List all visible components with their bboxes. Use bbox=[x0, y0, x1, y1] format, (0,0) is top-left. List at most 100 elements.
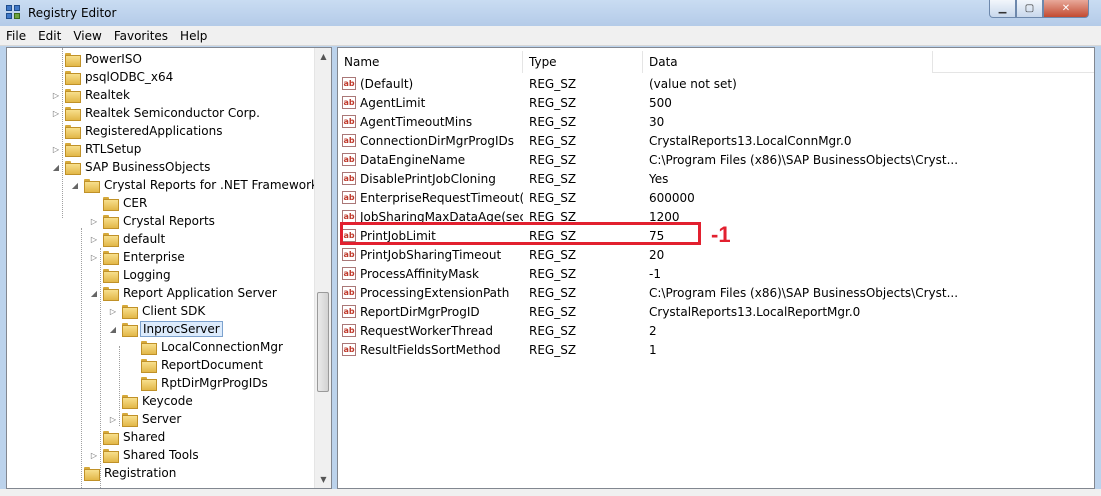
tree-item-label: ReportDocument bbox=[161, 358, 263, 372]
tree-item[interactable]: LocalConnectionMgr bbox=[127, 338, 285, 356]
list-item[interactable]: ab ProcessingExtensionPath REG_SZ C:\Progra… bbox=[338, 283, 1083, 302]
value-type: REG_SZ bbox=[529, 133, 577, 148]
collapse-arrow-icon[interactable]: ◢ bbox=[51, 158, 61, 176]
string-value-icon: ab bbox=[342, 153, 356, 166]
expand-arrow-icon[interactable]: ▷ bbox=[89, 446, 99, 464]
tree-item[interactable]: ▷ Client SDK bbox=[108, 302, 207, 320]
value-data: 600000 bbox=[649, 190, 695, 205]
tree-item[interactable]: Registration bbox=[70, 464, 178, 482]
tree-item[interactable]: CER bbox=[89, 194, 149, 212]
tree-item[interactable]: ◢ Crystal Reports for .NET Framework 4.0 bbox=[70, 176, 331, 194]
list-item[interactable]: ab DataEngineName REG_SZ C:\Program Files (… bbox=[338, 150, 1083, 169]
expand-arrow-icon[interactable]: ▷ bbox=[51, 104, 61, 122]
registry-editor-icon bbox=[6, 5, 22, 21]
menu-file[interactable]: File bbox=[0, 29, 32, 43]
value-name: AgentLimit bbox=[360, 95, 426, 110]
tree-item[interactable]: ◢ Report Application Server bbox=[89, 284, 279, 302]
tree-item[interactable]: ReportDocument bbox=[127, 356, 265, 374]
list-item[interactable]: ab ReportDirMgrProgID REG_SZ CrystalReports… bbox=[338, 302, 1083, 321]
list-item[interactable]: ab ConnectionDirMgrProgIDs REG_SZ CrystalRe… bbox=[338, 131, 1083, 150]
expand-arrow-icon[interactable]: ▷ bbox=[108, 302, 118, 320]
value-name: (Default) bbox=[360, 76, 414, 91]
tree-item[interactable]: ▷ default bbox=[89, 230, 167, 248]
folder-icon bbox=[103, 197, 119, 211]
expand-arrow-icon[interactable]: ▷ bbox=[51, 86, 61, 104]
expand-arrow-icon[interactable]: ▷ bbox=[89, 230, 99, 248]
tree-item[interactable]: ◢ InprocServer bbox=[108, 320, 223, 338]
tree-item[interactable]: ▷ RTLSetup bbox=[51, 140, 143, 158]
collapse-arrow-icon[interactable]: ◢ bbox=[108, 320, 118, 338]
minimize-button[interactable]: ▁ bbox=[989, 0, 1016, 18]
value-name: DisablePrintJobCloning bbox=[360, 171, 496, 186]
collapse-arrow-icon[interactable]: ◢ bbox=[89, 284, 99, 302]
expand-arrow-icon[interactable]: ▷ bbox=[89, 248, 99, 266]
value-name: ResultFieldsSortMethod bbox=[360, 342, 501, 357]
tree-item-label: psqlODBC_x64 bbox=[85, 70, 174, 84]
expand-arrow-icon[interactable]: ▷ bbox=[89, 212, 99, 230]
value-type: REG_SZ bbox=[529, 114, 577, 129]
tree-item[interactable]: PowerISO bbox=[51, 50, 144, 68]
expand-arrow-icon[interactable]: ▷ bbox=[108, 410, 118, 428]
list-item[interactable]: ab AgentTimeoutMins REG_SZ 30 bbox=[338, 112, 1083, 131]
tree-guide-line bbox=[119, 346, 120, 426]
collapse-arrow-icon[interactable]: ◢ bbox=[70, 176, 80, 194]
highlight-box bbox=[340, 222, 701, 245]
menu-view[interactable]: View bbox=[67, 29, 107, 43]
tree-item[interactable]: ▷ Crystal Reports bbox=[89, 212, 217, 230]
expand-arrow-icon[interactable]: ▷ bbox=[51, 140, 61, 158]
list-item[interactable]: ab RequestWorkerThread REG_SZ 2 bbox=[338, 321, 1083, 340]
folder-icon bbox=[103, 233, 119, 247]
key-tree-pane[interactable]: PowerISO psqlODBC_x64 ▷ Realtek ▷ Realtek Sem… bbox=[6, 47, 332, 489]
value-data: 1 bbox=[649, 342, 657, 357]
tree-item[interactable]: ▷ Realtek bbox=[51, 86, 132, 104]
tree-item-label: Shared bbox=[123, 430, 166, 444]
value-type: REG_SZ bbox=[529, 152, 577, 167]
tree-item-label: RptDirMgrProgIDs bbox=[161, 376, 268, 390]
value-type: REG_SZ bbox=[529, 304, 577, 319]
tree-item[interactable]: RptDirMgrProgIDs bbox=[127, 374, 270, 392]
list-item[interactable]: ab ProcessAffinityMask REG_SZ -1 bbox=[338, 264, 1083, 283]
tree-item-label: CER bbox=[123, 196, 148, 210]
list-item[interactable]: ab EnterpriseRequestTimeout(... REG_SZ 6000… bbox=[338, 188, 1083, 207]
tree-item[interactable]: psqlODBC_x64 bbox=[51, 68, 175, 86]
folder-icon bbox=[141, 377, 157, 391]
scroll-down-arrow-icon[interactable]: ▼ bbox=[315, 471, 331, 488]
column-header-type[interactable]: Type bbox=[523, 51, 643, 73]
tree-item[interactable]: ▷ Enterprise bbox=[89, 248, 187, 266]
folder-icon bbox=[84, 467, 100, 481]
menu-favorites[interactable]: Favorites bbox=[108, 29, 174, 43]
folder-icon bbox=[103, 287, 119, 301]
column-header-name[interactable]: Name bbox=[338, 51, 523, 73]
tree-item[interactable]: Keycode bbox=[108, 392, 195, 410]
list-item[interactable]: ab DisablePrintJobCloning REG_SZ Yes bbox=[338, 169, 1083, 188]
registry-key-tree: PowerISO psqlODBC_x64 ▷ Realtek ▷ Realtek Sem… bbox=[7, 48, 331, 488]
value-data: CrystalReports13.LocalConnMgr.0 bbox=[649, 133, 852, 148]
values-list-pane[interactable]: Name Type Data ab (Default) REG_SZ (value n… bbox=[337, 47, 1095, 489]
list-item[interactable]: ab (Default) REG_SZ (value not set) bbox=[338, 74, 1083, 93]
string-value-icon: ab bbox=[342, 115, 356, 128]
tree-item[interactable]: ▷ Realtek Semiconductor Corp. bbox=[51, 104, 262, 122]
list-item[interactable]: ab ResultFieldsSortMethod REG_SZ 1 bbox=[338, 340, 1083, 359]
menu-help[interactable]: Help bbox=[174, 29, 213, 43]
string-value-icon: ab bbox=[342, 77, 356, 90]
close-button[interactable]: ✕ bbox=[1043, 0, 1089, 18]
tree-item[interactable]: Logging bbox=[89, 266, 173, 284]
tree-item[interactable]: ▷ Shared Tools bbox=[89, 446, 201, 464]
tree-item[interactable]: RegisteredApplications bbox=[51, 122, 224, 140]
value-name: ProcessAffinityMask bbox=[360, 266, 479, 281]
tree-vertical-scrollbar[interactable]: ▲ ▼ bbox=[314, 48, 331, 488]
column-header-data[interactable]: Data bbox=[643, 51, 933, 73]
list-item[interactable]: ab AgentLimit REG_SZ 500 bbox=[338, 93, 1083, 112]
maximize-button[interactable]: ▢ bbox=[1016, 0, 1043, 18]
tree-item[interactable]: ◢ SAP BusinessObjects bbox=[51, 158, 212, 176]
folder-icon bbox=[65, 71, 81, 85]
scroll-up-arrow-icon[interactable]: ▲ bbox=[315, 48, 331, 65]
tree-item-label: Shared Tools bbox=[123, 448, 199, 462]
menu-edit[interactable]: Edit bbox=[32, 29, 67, 43]
scrollbar-thumb[interactable] bbox=[317, 292, 329, 392]
